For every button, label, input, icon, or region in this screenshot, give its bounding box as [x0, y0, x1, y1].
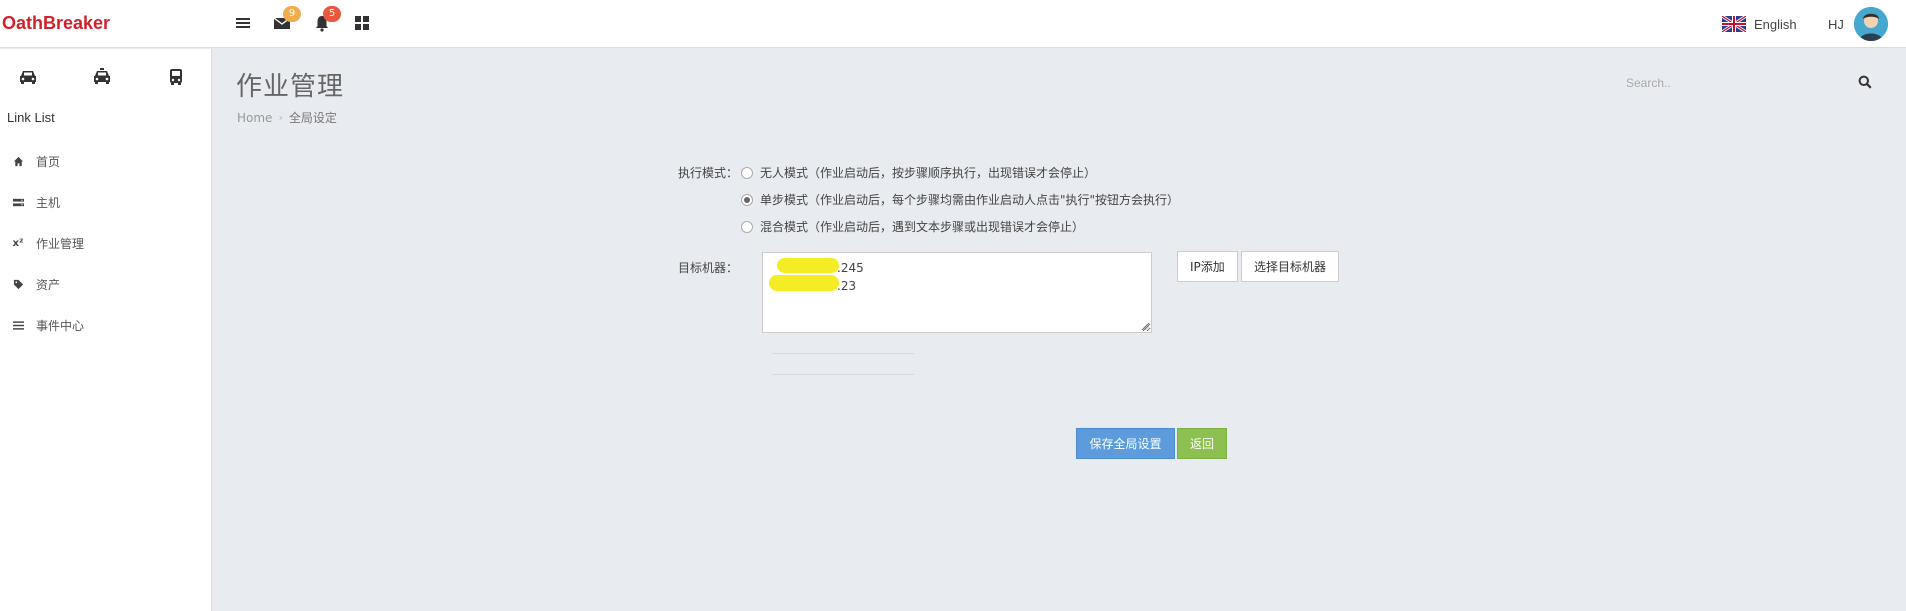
- notification-count-badge: 5: [323, 6, 341, 22]
- server-icon: [12, 197, 24, 209]
- page-title: 作业管理: [236, 72, 345, 102]
- mode-option-unattended[interactable]: 无人模式（作业启动后，按步骤顺序执行，出现错误才会停止）: [741, 164, 1096, 181]
- sidebar-item-assets[interactable]: 资产: [0, 264, 211, 305]
- sidebar-shortcuts: [0, 65, 212, 89]
- tag-icon: [12, 279, 24, 291]
- select-target-button[interactable]: 选择目标机器: [1241, 251, 1340, 282]
- avatar: [1853, 7, 1888, 41]
- redaction-mark: [769, 275, 839, 291]
- sidebar-item-label: 首页: [36, 155, 61, 169]
- breadcrumb-current: 全局设定: [288, 111, 337, 125]
- language-switcher[interactable]: English: [1722, 14, 1797, 34]
- target-machines-label: 目标机器：: [678, 261, 739, 275]
- sidebar-item-label: 资产: [36, 278, 61, 292]
- mail-count-badge: 9: [283, 6, 301, 22]
- radio-unattended[interactable]: [741, 166, 753, 179]
- mode-option-label: 单步模式（作业启动后，每个步骤均需由作业启动人点击"执行"按钮方会执行）: [760, 193, 1180, 207]
- sidebar-item-host[interactable]: 主机: [0, 182, 211, 223]
- redaction-mark: [777, 258, 839, 273]
- divider: [772, 353, 914, 354]
- mode-option-mixed[interactable]: 混合模式（作业启动后，遇到文本步骤或出现错误才会停止）: [741, 218, 1084, 235]
- taxi-icon[interactable]: [90, 65, 114, 89]
- radio-mixed[interactable]: [741, 220, 753, 233]
- bus-icon[interactable]: [164, 65, 188, 89]
- sidebar-nav: 首页 主机 x² 作业管理 资产 事件中心: [0, 141, 211, 346]
- back-button[interactable]: 返回: [1177, 428, 1227, 459]
- execution-mode-label: 执行模式：: [678, 166, 739, 180]
- breadcrumb-separator-icon: ›: [278, 111, 283, 124]
- mode-option-label: 无人模式（作业启动后，按步骤顺序执行，出现错误才会停止）: [760, 166, 1097, 180]
- list-icon: [12, 320, 24, 332]
- superscript-icon: x²: [12, 238, 24, 249]
- sidebar-item-job-management[interactable]: x² 作业管理: [0, 223, 211, 264]
- save-global-settings-button[interactable]: 保存全局设置: [1076, 428, 1175, 459]
- language-label: English: [1754, 16, 1797, 32]
- ip-add-button[interactable]: IP添加: [1177, 251, 1238, 282]
- brand-logo[interactable]: OathBreaker: [2, 13, 110, 34]
- sidebar-item-label: 主机: [36, 196, 61, 210]
- mode-option-single-step[interactable]: 单步模式（作业启动后，每个步骤均需由作业启动人点击"执行"按钮方会执行）: [741, 191, 1179, 208]
- sidebar-item-home[interactable]: 首页: [0, 141, 211, 182]
- sidebar-heading: Link List: [7, 110, 55, 125]
- top-header: OathBreaker 9 5 English HJ: [0, 0, 1906, 48]
- sidebar-item-label: 作业管理: [36, 237, 85, 251]
- breadcrumb: Home › 全局设定: [237, 109, 337, 126]
- mail-icon[interactable]: 9: [273, 6, 301, 34]
- target-machines-textarea[interactable]: .245 .23: [762, 252, 1152, 333]
- divider: [772, 374, 914, 375]
- mode-option-label: 混合模式（作业启动后，遇到文本步骤或出现错误才会停止）: [760, 220, 1085, 234]
- menu-toggle-icon[interactable]: [234, 14, 254, 34]
- search-box: [1618, 72, 1874, 94]
- uk-flag-icon: [1722, 16, 1746, 32]
- sidebar-item-label: 事件中心: [36, 319, 85, 333]
- bell-icon[interactable]: 5: [313, 6, 341, 34]
- search-input[interactable]: [1618, 72, 1848, 94]
- search-icon[interactable]: [1858, 75, 1874, 91]
- car-icon[interactable]: [16, 65, 40, 89]
- grid-icon[interactable]: [353, 14, 373, 34]
- breadcrumb-home-link[interactable]: Home: [237, 111, 272, 125]
- radio-single-step[interactable]: [741, 193, 753, 206]
- user-menu[interactable]: HJ: [1828, 7, 1888, 41]
- user-initials: HJ: [1828, 16, 1844, 32]
- sidebar: Link List 首页 主机 x² 作业管理 资产 事件中心: [0, 49, 212, 611]
- sidebar-item-event-center[interactable]: 事件中心: [0, 305, 211, 346]
- resize-handle-icon[interactable]: [1141, 322, 1149, 330]
- home-icon: [12, 156, 24, 168]
